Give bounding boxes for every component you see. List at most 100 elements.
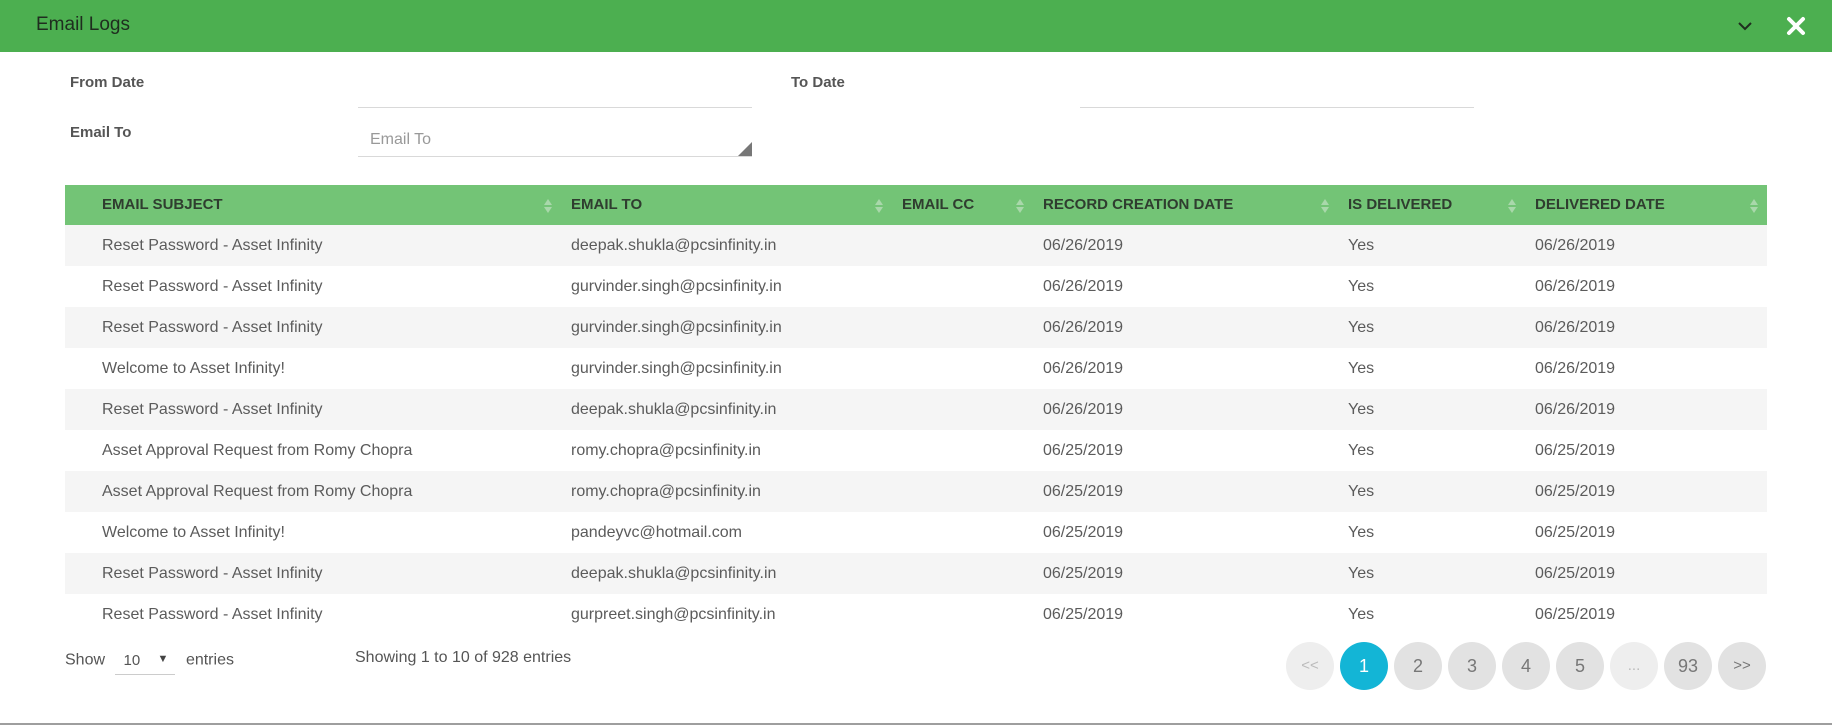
select-corner-icon [738, 142, 752, 156]
column-email-to[interactable]: EMAIL TO [571, 185, 642, 225]
cell-email-to: romy.chopra@pcsinfinity.in [571, 442, 761, 459]
email-to-underline [358, 156, 752, 157]
email-logs-table: EMAIL SUBJECT EMAIL TO EMAIL CC RECORD C… [65, 185, 1767, 635]
email-to-select[interactable] [368, 124, 732, 156]
cell-is-delivered: Yes [1348, 483, 1375, 500]
table-row: Asset Approval Request from Romy Chopra r… [65, 430, 1767, 471]
page-button-5[interactable]: 5 [1556, 642, 1604, 690]
cell-is-delivered: Yes [1348, 442, 1375, 459]
cell-delivered-date: 06/25/2019 [1535, 483, 1616, 500]
cell-record-creation-date: 06/25/2019 [1043, 606, 1124, 623]
cell-email-subject: Reset Password - Asset Infinity [102, 319, 323, 336]
cell-email-to: deepak.shukla@pcsinfinity.in [571, 237, 777, 254]
cell-is-delivered: Yes [1348, 237, 1375, 254]
cell-email-subject: Reset Password - Asset Infinity [102, 565, 323, 582]
cell-record-creation-date: 06/26/2019 [1043, 278, 1124, 295]
cell-is-delivered: Yes [1348, 401, 1375, 418]
cell-is-delivered: Yes [1348, 278, 1375, 295]
cell-record-creation-date: 06/26/2019 [1043, 360, 1124, 377]
email-to-label: Email To [70, 124, 132, 141]
cell-delivered-date: 06/25/2019 [1535, 442, 1616, 459]
table-row: Reset Password - Asset Infinity gurpreet.… [65, 594, 1767, 635]
bottom-divider [0, 723, 1832, 725]
to-date-label: To Date [791, 74, 845, 91]
table-row: Asset Approval Request from Romy Chopra r… [65, 471, 1767, 512]
entries-label: entries [185, 651, 234, 669]
cell-is-delivered: Yes [1348, 606, 1375, 623]
cell-is-delivered: Yes [1348, 524, 1375, 541]
cell-is-delivered: Yes [1348, 319, 1375, 336]
cell-email-subject: Asset Approval Request from Romy Chopra [102, 442, 413, 459]
page-ellipsis: ... [1610, 642, 1658, 690]
modal-title: Email Logs [36, 14, 130, 35]
table-row: Reset Password - Asset Infinity deepak.sh… [65, 553, 1767, 594]
table-body: Reset Password - Asset Infinity deepak.sh… [65, 225, 1767, 635]
sort-icon[interactable] [1320, 198, 1330, 214]
cell-email-to: deepak.shukla@pcsinfinity.in [571, 565, 777, 582]
chevron-down-icon[interactable] [1735, 16, 1755, 36]
cell-email-to: deepak.shukla@pcsinfinity.in [571, 401, 777, 418]
cell-email-subject: Reset Password - Asset Infinity [102, 606, 323, 623]
cell-delivered-date: 06/26/2019 [1535, 319, 1616, 336]
page-size-value: 10 [123, 652, 141, 669]
modal-header: Email Logs [0, 0, 1832, 52]
column-is-delivered[interactable]: IS DELIVERED [1348, 185, 1452, 225]
page-button-1[interactable]: 1 [1340, 642, 1388, 690]
cell-record-creation-date: 06/25/2019 [1043, 565, 1124, 582]
column-record-creation-date[interactable]: RECORD CREATION DATE [1043, 185, 1233, 225]
cell-email-to: gurvinder.singh@pcsinfinity.in [571, 278, 782, 295]
cell-record-creation-date: 06/26/2019 [1043, 401, 1124, 418]
cell-email-subject: Welcome to Asset Infinity! [102, 524, 285, 541]
sort-icon[interactable] [543, 198, 553, 214]
cell-delivered-date: 06/26/2019 [1535, 401, 1616, 418]
page-button-last[interactable]: 93 [1664, 642, 1712, 690]
page-size-control: Show 10 ▼ entries [65, 646, 234, 675]
table-info: Showing 1 to 10 of 928 entries [355, 649, 572, 666]
page-next-button[interactable]: >> [1718, 642, 1766, 690]
page-button-2[interactable]: 2 [1394, 642, 1442, 690]
cell-email-subject: Reset Password - Asset Infinity [102, 278, 323, 295]
table-row: Welcome to Asset Infinity! gurvinder.sing… [65, 348, 1767, 389]
cell-email-subject: Welcome to Asset Infinity! [102, 360, 285, 377]
column-email-subject[interactable]: EMAIL SUBJECT [102, 185, 223, 225]
close-icon[interactable] [1784, 14, 1808, 38]
cell-delivered-date: 06/26/2019 [1535, 278, 1616, 295]
page-button-3[interactable]: 3 [1448, 642, 1496, 690]
page-size-select[interactable]: 10 ▼ [115, 646, 176, 675]
cell-is-delivered: Yes [1348, 360, 1375, 377]
show-label: Show [65, 651, 106, 669]
sort-icon[interactable] [874, 198, 884, 214]
cell-delivered-date: 06/25/2019 [1535, 524, 1616, 541]
cell-record-creation-date: 06/26/2019 [1043, 319, 1124, 336]
cell-record-creation-date: 06/25/2019 [1043, 524, 1124, 541]
cell-delivered-date: 06/26/2019 [1535, 237, 1616, 254]
table-row: Welcome to Asset Infinity! pandeyvc@hotma… [65, 512, 1767, 553]
cell-email-to: gurvinder.singh@pcsinfinity.in [571, 319, 782, 336]
from-date-underline [358, 107, 752, 108]
column-delivered-date[interactable]: DELIVERED DATE [1535, 185, 1665, 225]
sort-icon[interactable] [1749, 198, 1759, 214]
cell-record-creation-date: 06/25/2019 [1043, 442, 1124, 459]
table-row: Reset Password - Asset Infinity deepak.sh… [65, 225, 1767, 266]
cell-delivered-date: 06/25/2019 [1535, 565, 1616, 582]
table-header: EMAIL SUBJECT EMAIL TO EMAIL CC RECORD C… [65, 185, 1767, 225]
sort-icon[interactable] [1015, 198, 1025, 214]
cell-is-delivered: Yes [1348, 565, 1375, 582]
cell-email-to: gurpreet.singh@pcsinfinity.in [571, 606, 776, 623]
column-email-cc[interactable]: EMAIL CC [902, 185, 974, 225]
sort-icon[interactable] [1507, 198, 1517, 214]
table-row: Reset Password - Asset Infinity gurvinder… [65, 266, 1767, 307]
cell-delivered-date: 06/26/2019 [1535, 360, 1616, 377]
to-date-underline [1080, 107, 1474, 108]
cell-email-subject: Reset Password - Asset Infinity [102, 237, 323, 254]
dropdown-arrow-icon: ▼ [157, 653, 169, 665]
cell-delivered-date: 06/25/2019 [1535, 606, 1616, 623]
cell-record-creation-date: 06/25/2019 [1043, 483, 1124, 500]
cell-email-subject: Asset Approval Request from Romy Chopra [102, 483, 413, 500]
page-button-4[interactable]: 4 [1502, 642, 1550, 690]
to-date-input[interactable] [1080, 76, 1476, 108]
from-date-input[interactable] [358, 76, 754, 108]
table-row: Reset Password - Asset Infinity deepak.sh… [65, 389, 1767, 430]
cell-email-to: pandeyvc@hotmail.com [571, 524, 742, 541]
page-prev-button[interactable]: << [1286, 642, 1334, 690]
